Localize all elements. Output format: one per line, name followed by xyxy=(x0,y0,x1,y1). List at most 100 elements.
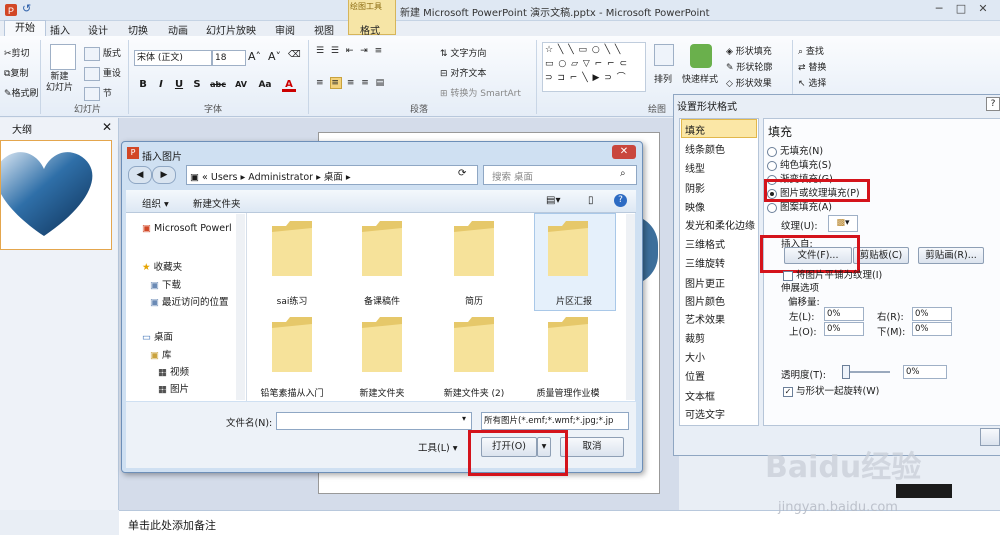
tab-home[interactable]: 开始 xyxy=(4,20,46,37)
find-button[interactable]: ⌕ 查找 xyxy=(798,44,824,57)
bullets-button[interactable]: ☰ ☰ ⇤ ⇥ ≡ xyxy=(316,46,384,56)
quick-styles-button[interactable]: 快速样式 xyxy=(682,72,718,85)
change-case-button[interactable]: Aa xyxy=(256,78,274,92)
select-button[interactable]: ↖ 选择 xyxy=(798,76,826,89)
tab-transitions[interactable]: 切换 xyxy=(128,22,148,37)
underline-button[interactable]: U xyxy=(172,78,186,92)
tab-animations[interactable]: 动画 xyxy=(168,22,188,37)
copy-button[interactable]: ⧉复制 xyxy=(4,66,28,79)
folder-name[interactable]: 新建文件夹 xyxy=(340,386,424,399)
font-color-button[interactable]: A xyxy=(282,78,296,92)
tab-design[interactable]: 设计 xyxy=(88,22,108,37)
close-format-button[interactable] xyxy=(980,428,1000,446)
fill-option-solid[interactable]: 纯色填充(S) xyxy=(767,157,831,171)
back-button[interactable]: ◀ xyxy=(128,166,152,184)
nav-item-videos[interactable]: ▦ 视频 xyxy=(158,364,189,378)
folder-item[interactable] xyxy=(452,314,496,376)
quick-styles-icon[interactable] xyxy=(690,44,712,68)
texture-dropdown[interactable]: ▩▾ xyxy=(828,215,858,232)
char-spacing-button[interactable]: AV xyxy=(232,78,250,92)
chevron-down-icon[interactable]: ▾ xyxy=(462,414,466,423)
format-nav-shadow[interactable]: 阴影 xyxy=(685,180,705,195)
tools-button[interactable]: 工具(L) ▾ xyxy=(418,440,458,454)
format-dialog-help-button[interactable]: ? xyxy=(986,97,1000,111)
rotate-with-shape-checkbox[interactable]: ✓ 与形状一起旋转(W) xyxy=(783,383,879,397)
preview-pane-icon[interactable]: ▯ xyxy=(588,195,594,206)
slide-thumbnail[interactable] xyxy=(0,140,112,250)
format-nav-glow[interactable]: 发光和柔化边缘 xyxy=(685,217,755,232)
folder-name[interactable]: 新建文件夹 (2) xyxy=(432,386,516,399)
folder-name[interactable]: 备课稿件 xyxy=(340,294,424,307)
cancel-button[interactable]: 取消 xyxy=(560,437,624,457)
minimize-button[interactable]: ─ xyxy=(930,2,948,16)
nav-item-powerpoint[interactable]: ▣ Microsoft Powerl xyxy=(142,223,232,234)
cut-button[interactable]: ✂剪切 xyxy=(4,46,30,59)
ppt-app-icon[interactable]: P xyxy=(4,3,18,20)
outline-tab[interactable]: 大纲 xyxy=(12,121,32,136)
nav-item-pictures[interactable]: ▦ 图片 xyxy=(158,381,189,395)
shape-outline-button[interactable]: ✎ 形状轮廓 xyxy=(726,60,772,73)
folder-item[interactable] xyxy=(360,218,404,280)
format-painter-button[interactable]: ✎格式刷 xyxy=(4,86,39,99)
filename-input[interactable] xyxy=(276,412,472,430)
format-nav-reflection[interactable]: 映像 xyxy=(685,199,705,214)
grow-font-button[interactable]: A˄ xyxy=(248,50,261,63)
strikethrough-button[interactable]: abc xyxy=(208,78,228,92)
transparency-input[interactable]: 0% xyxy=(903,365,947,379)
files-scrollbar[interactable] xyxy=(626,214,635,400)
font-size-combo[interactable]: 18 xyxy=(212,50,246,66)
notes-placeholder[interactable]: 单击此处添加备注 xyxy=(128,517,216,533)
arrange-icon[interactable] xyxy=(654,44,674,66)
clear-format-icon[interactable]: ⌫ xyxy=(288,50,301,60)
format-nav-fill[interactable]: 填充 xyxy=(685,122,705,137)
format-nav-alt-text[interactable]: 可选文字 xyxy=(685,406,725,421)
file-type-select[interactable]: 所有图片(*.emf;*.wmf;*.jpg;*.jp xyxy=(481,412,629,430)
shapes-gallery[interactable]: ☆ ╲ ╲ ▭ ○ ╲ ╲ ▭ ○ ▱ ▽ ⌐ ⌐ ⊂ ⊃ ⊐ ⌐ ╲ ▶ ⊃ ⌒ xyxy=(542,42,646,92)
arrange-button[interactable]: 排列 xyxy=(654,72,672,85)
format-nav-line-color[interactable]: 线条颜色 xyxy=(685,141,725,156)
align-buttons[interactable]: ≡ ≡ ≡ ≡ ▤ xyxy=(316,77,386,89)
view-icon[interactable]: ▤▾ xyxy=(546,195,560,206)
format-nav-size[interactable]: 大小 xyxy=(685,349,705,364)
align-text-button[interactable]: ⊟ 对齐文本 xyxy=(440,66,486,79)
nav-item-desktop[interactable]: ▭ 桌面 xyxy=(142,329,173,343)
format-nav-text-box[interactable]: 文本框 xyxy=(685,388,715,403)
nav-item-libraries[interactable]: ▣ 库 xyxy=(150,347,172,361)
bold-button[interactable]: B xyxy=(136,78,150,92)
tile-texture-checkbox[interactable]: 将图片平铺为纹理(I) xyxy=(783,267,882,281)
folder-item[interactable] xyxy=(360,314,404,376)
format-nav-line-style[interactable]: 线型 xyxy=(685,160,705,175)
format-nav-3d-rotation[interactable]: 三维旋转 xyxy=(685,255,725,270)
tab-slideshow[interactable]: 幻灯片放映 xyxy=(206,22,256,37)
close-panel-icon[interactable]: ✕ xyxy=(102,120,112,134)
replace-button[interactable]: ⇄ 替换 xyxy=(798,60,826,73)
format-nav-picture-corrections[interactable]: 图片更正 xyxy=(685,275,725,290)
close-button[interactable]: ✕ xyxy=(974,2,992,16)
folder-name[interactable]: 简历 xyxy=(432,294,516,307)
maximize-button[interactable]: □ xyxy=(952,2,970,16)
breadcrumb[interactable]: ▣ « Users ▸ Administrator ▸ 桌面 ▸ xyxy=(190,169,351,183)
tab-insert[interactable]: 插入 xyxy=(50,22,70,37)
shape-fill-button[interactable]: ◈ 形状填充 xyxy=(726,44,772,57)
reset-button[interactable]: 重设 xyxy=(84,66,121,81)
offset-bottom-input[interactable]: 0% xyxy=(912,322,952,336)
offset-left-input[interactable]: 0% xyxy=(824,307,864,321)
refresh-icon[interactable]: ⟳ xyxy=(458,168,466,179)
organize-button[interactable]: 组织 ▾ xyxy=(142,196,169,210)
section-button[interactable]: 节 xyxy=(84,86,112,101)
shape-effects-button[interactable]: ◇ 形状效果 xyxy=(726,76,772,89)
folder-name[interactable]: 质量管理作业模 xyxy=(526,386,610,399)
format-nav-crop[interactable]: 裁剪 xyxy=(685,330,705,345)
folder-name[interactable]: 铅笔素描从入门 xyxy=(250,386,334,399)
offset-right-input[interactable]: 0% xyxy=(912,307,952,321)
new-slide-icon[interactable] xyxy=(50,44,76,70)
italic-button[interactable]: I xyxy=(154,78,168,92)
folder-item[interactable] xyxy=(546,314,590,376)
folder-item[interactable] xyxy=(270,314,314,376)
fill-option-none[interactable]: 无填充(N) xyxy=(767,143,823,157)
folder-name[interactable]: 片区汇报 xyxy=(532,294,616,307)
format-nav-3d-format[interactable]: 三维格式 xyxy=(685,236,725,251)
folder-item[interactable] xyxy=(452,218,496,280)
nav-item-downloads[interactable]: ▣ 下载 xyxy=(150,277,181,291)
layout-button[interactable]: 版式 xyxy=(84,46,121,61)
